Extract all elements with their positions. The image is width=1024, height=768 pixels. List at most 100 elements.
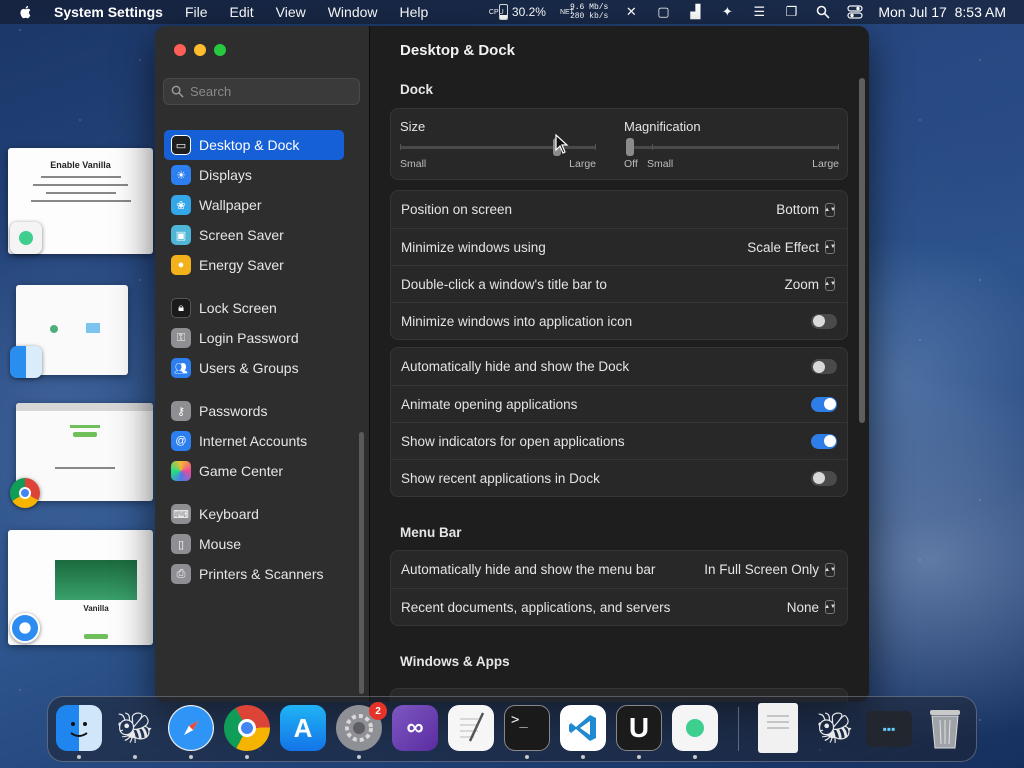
sidebar-item-internet-accounts[interactable]: @ Internet Accounts (164, 426, 344, 456)
close-button[interactable] (174, 44, 186, 56)
sidebar-search[interactable] (163, 78, 360, 105)
dock-bee-icon[interactable]: 🐝︎ (112, 705, 158, 751)
magnification-slider-knob[interactable] (626, 138, 634, 156)
sidebar-item-passwords[interactable]: ⚷ Passwords (164, 396, 344, 426)
dock-windows-icon[interactable]: ▪▪▪ (866, 711, 912, 747)
chevron-up-down-icon: ▲▼ (824, 562, 836, 577)
sidebar-item-desktop-dock[interactable]: ▭ Desktop & Dock (164, 130, 344, 160)
menu-window[interactable]: Window (328, 4, 378, 20)
sidebar-item-screen-saver[interactable]: ▣ Screen Saver (164, 220, 344, 250)
content-scrollbar[interactable] (859, 78, 865, 423)
minimize-into-icon-toggle[interactable] (811, 313, 837, 329)
dock-size-card: Size Small Large Magnification Off Small (390, 108, 848, 180)
chevron-up-down-icon: ▲▼ (824, 240, 836, 254)
autohide-dock-toggle[interactable] (811, 359, 837, 374)
dock-vanilla-icon[interactable] (672, 705, 718, 751)
show-recent-toggle[interactable] (811, 470, 837, 486)
sidebar-item-label: Desktop & Dock (199, 137, 300, 153)
content-pane: Desktop & Dock Dock Size Small Large Mag… (370, 26, 869, 702)
position-popup[interactable]: Bottom ▲▼ (776, 202, 836, 217)
recent-documents-popup[interactable]: None ▲▼ (787, 600, 836, 615)
dock-system-settings-icon[interactable]: 2 (336, 702, 387, 751)
sidebar-item-displays[interactable]: ☀ Displays (164, 160, 344, 190)
finder-app-badge-icon (10, 346, 42, 378)
menubar-clock[interactable]: Mon Jul 17 8:53 AM (878, 4, 1006, 20)
sidebar-item-login-password[interactable]: ⚿ Login Password (164, 323, 344, 353)
magnification-max-label: Large (812, 158, 839, 170)
setting-row-double-click: Double-click a window's title bar to Zoo… (391, 265, 847, 302)
sidebar-item-game-center[interactable]: Game Center (164, 456, 344, 486)
setting-label: Recent documents, applications, and serv… (401, 599, 671, 615)
sidebar-scrollbar[interactable] (359, 432, 364, 694)
setting-row-autohide-menubar: Automatically hide and show the menu bar… (391, 551, 847, 588)
dock-ubar-icon[interactable]: U (616, 705, 662, 751)
cpu-monitor[interactable]: CPU 30.2% (489, 4, 546, 20)
size-max-label: Large (569, 158, 596, 170)
dock-preview-document-icon[interactable] (758, 703, 798, 753)
safari-app-badge-icon (10, 613, 40, 643)
minimize-effect-popup[interactable]: Scale Effect ▲▼ (747, 240, 836, 255)
dock-vscode-icon[interactable] (560, 705, 606, 751)
menu-bar-card: Automatically hide and show the menu bar… (390, 550, 848, 626)
dock-trash-icon[interactable] (922, 705, 968, 751)
setting-row-minimize-effect: Minimize windows using Scale Effect ▲▼ (391, 228, 847, 265)
stage-thumb-safari-title: Vanilla (83, 604, 109, 613)
setting-row-minimize-into-icon: Minimize windows into application icon (391, 302, 847, 339)
dock-visual-studio-icon[interactable]: ∞ (392, 705, 438, 751)
dock-app-store-icon[interactable]: A (280, 705, 326, 751)
menu-view[interactable]: View (276, 4, 306, 20)
dock-chrome-icon[interactable] (224, 705, 270, 751)
stage-thumb-vanilla-title: Enable Vanilla (50, 160, 111, 170)
stage-manager-icon[interactable]: ☰ (750, 4, 768, 20)
cpu-percent: 30.2% (511, 5, 546, 19)
menu-file[interactable]: File (185, 4, 208, 20)
zoom-button[interactable] (214, 44, 226, 56)
menu-help[interactable]: Help (400, 4, 429, 20)
popup-value: In Full Screen Only (704, 562, 819, 577)
mirroring-icon[interactable]: ❐ (782, 4, 800, 20)
setting-label: Show indicators for open applications (401, 433, 625, 449)
dock-finder-icon[interactable] (56, 705, 102, 751)
show-indicators-toggle[interactable] (811, 433, 837, 449)
control-center-icon[interactable] (846, 4, 864, 20)
animate-opening-toggle[interactable] (811, 396, 837, 412)
dock-safari-icon[interactable] (168, 705, 214, 751)
setting-row-show-recent: Show recent applications in Dock (391, 459, 847, 496)
sidebar-item-lock-screen[interactable]: 🔒︎ Lock Screen (164, 293, 344, 323)
bee-icon[interactable]: ✦ (718, 4, 736, 20)
page-title: Desktop & Dock (400, 42, 516, 59)
spotlight-search-icon[interactable] (814, 4, 832, 20)
chevron-up-down-icon: ▲▼ (824, 600, 836, 614)
sidebar-item-energy-saver[interactable]: ● Energy Saver (164, 250, 344, 280)
autohide-menubar-popup[interactable]: In Full Screen Only ▲▼ (704, 562, 836, 577)
dock-bee-folder-icon[interactable]: 🐝︎ (812, 705, 858, 751)
chevron-up-down-icon: ▲▼ (824, 277, 836, 291)
x-tool-icon[interactable]: ✕ (622, 4, 640, 20)
sidebar-item-users-groups[interactable]: 👥︎ Users & Groups (164, 353, 344, 383)
menu-edit[interactable]: Edit (230, 4, 254, 20)
app-menu-system-settings[interactable]: System Settings (54, 4, 163, 20)
magnification-track[interactable] (626, 138, 839, 156)
search-input[interactable] (190, 84, 350, 99)
cpu-label: CPU (488, 8, 504, 16)
dock-icon[interactable]: ▟ (686, 4, 704, 20)
sidebar-item-label: Users & Groups (199, 360, 299, 376)
screen-saver-icon: ▣ (171, 225, 191, 245)
network-monitor[interactable]: NET 9.6 Mb/s 280 kb/s (560, 3, 608, 21)
magnification-slider[interactable]: Magnification Off Small Large (624, 119, 839, 175)
sidebar-item-label: Lock Screen (199, 300, 277, 316)
sidebar-item-printers-scanners[interactable]: ⎙ Printers & Scanners (164, 559, 344, 589)
apple-icon[interactable] (18, 4, 34, 20)
screen-icon[interactable]: ▢ (654, 4, 672, 20)
dock-textedit-icon[interactable] (448, 705, 494, 751)
sidebar-item-wallpaper[interactable]: ❀ Wallpaper (164, 190, 344, 220)
minimize-button[interactable] (194, 44, 206, 56)
mouse-icon: ▯ (171, 534, 191, 554)
setting-row-position: Position on screen Bottom ▲▼ (391, 191, 847, 228)
double-click-popup[interactable]: Zoom ▲▼ (784, 277, 835, 292)
dock: 🐝︎ A 2 ∞ >_ U 🐝︎ ▪▪▪ (47, 696, 977, 762)
sidebar-item-mouse[interactable]: ▯ Mouse (164, 529, 344, 559)
sidebar-item-keyboard[interactable]: ⌨ Keyboard (164, 499, 344, 529)
dock-terminal-icon[interactable]: >_ (504, 705, 550, 751)
energy-saver-icon: ● (171, 255, 191, 275)
